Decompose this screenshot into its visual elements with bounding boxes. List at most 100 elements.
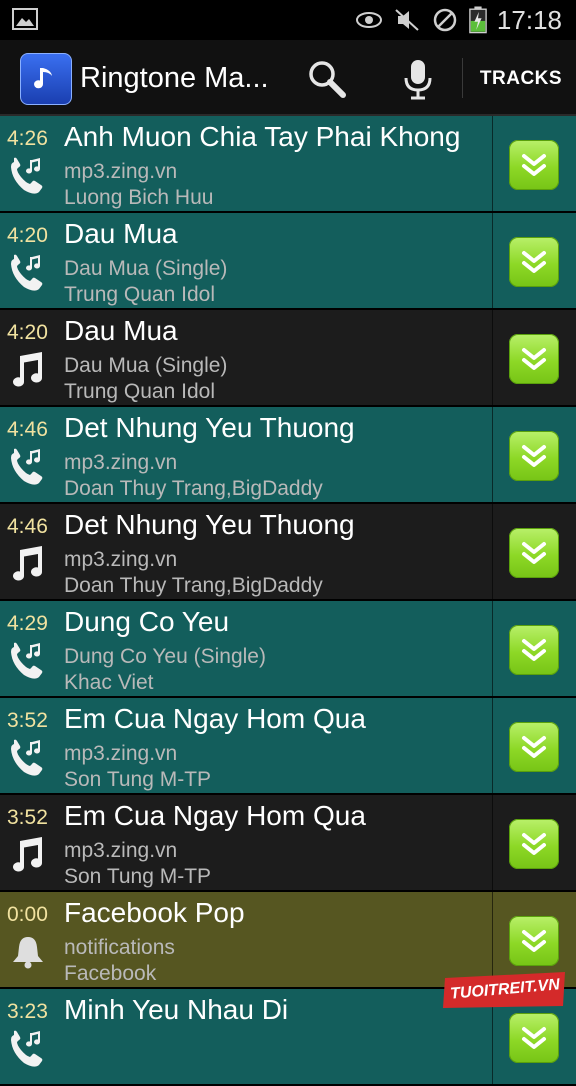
battery-charging-icon: [469, 6, 487, 34]
row-divider: [492, 698, 493, 793]
download-button[interactable]: [509, 625, 559, 675]
download-button[interactable]: [509, 1013, 559, 1063]
track-duration: 4:46: [7, 418, 48, 441]
chevron-double-down-icon: [522, 930, 546, 952]
chevron-double-down-icon: [522, 736, 546, 758]
tracks-button[interactable]: TRACKS: [476, 68, 566, 90]
row-divider: [492, 213, 493, 308]
track-title: Anh Muon Chia Tay Phai Khong: [64, 121, 461, 152]
track-album: mp3.zing.vn: [64, 160, 178, 183]
track-album: mp3.zing.vn: [64, 839, 178, 862]
download-button[interactable]: [509, 819, 559, 869]
action-bar-divider: [462, 58, 463, 98]
track-artist: Trung Quan Idol: [64, 380, 215, 403]
music-note-icon: [8, 835, 48, 875]
microphone-icon[interactable]: [402, 58, 434, 100]
track-title: Det Nhung Yeu Thuong: [64, 509, 355, 540]
track-title: Minh Yeu Nhau Di: [64, 994, 289, 1025]
track-row[interactable]: 4:46 Det Nhung Yeu Thuong mp3.zing.vn Doan …: [0, 504, 576, 601]
music-note-icon: [8, 544, 48, 584]
track-artist: Facebook: [64, 962, 157, 985]
no-signal-icon: [433, 8, 457, 32]
image-icon: [12, 8, 38, 30]
ringtone-icon: [8, 738, 48, 778]
chevron-double-down-icon: [522, 542, 546, 564]
ringtone-icon: [8, 641, 48, 681]
chevron-double-down-icon: [522, 1027, 546, 1049]
download-button[interactable]: [509, 528, 559, 578]
row-divider: [492, 310, 493, 405]
track-title: Facebook Pop: [64, 897, 245, 928]
track-duration: 3:23: [7, 1000, 48, 1023]
watermark: TUOITREIT.VN: [441, 970, 569, 1010]
download-button[interactable]: [509, 237, 559, 287]
chevron-double-down-icon: [522, 445, 546, 467]
track-duration: 4:46: [7, 515, 48, 538]
track-album: mp3.zing.vn: [64, 451, 178, 474]
chevron-double-down-icon: [522, 639, 546, 661]
track-album: notifications: [64, 936, 175, 959]
chevron-double-down-icon: [522, 154, 546, 176]
track-duration: 0:00: [7, 903, 48, 926]
track-title: Det Nhung Yeu Thuong: [64, 412, 355, 443]
track-artist: Doan Thuy Trang,BigDaddy: [64, 574, 323, 597]
track-title: Em Cua Ngay Hom Qua: [64, 703, 366, 734]
track-row[interactable]: 4:46 Det Nhung Yeu Thuong mp3.zing.vn Doan …: [0, 407, 576, 504]
chevron-double-down-icon: [522, 348, 546, 370]
row-divider: [492, 504, 493, 599]
track-row[interactable]: 4:29 Dung Co Yeu Dung Co Yeu (Single) Khac …: [0, 601, 576, 698]
track-list: 4:26 Anh Muon Chia Tay Phai Khong mp3.zing…: [0, 116, 576, 1086]
download-button[interactable]: [509, 916, 559, 966]
row-divider: [492, 601, 493, 696]
track-artist: Khac Viet: [64, 671, 154, 694]
track-duration: 3:52: [7, 806, 48, 829]
track-duration: 4:20: [7, 321, 48, 344]
track-album: Dau Mua (Single): [64, 257, 228, 280]
eye-icon: [355, 12, 382, 28]
track-artist: Trung Quan Idol: [64, 283, 215, 306]
track-album: mp3.zing.vn: [64, 548, 178, 571]
track-duration: 4:29: [7, 612, 48, 635]
download-button[interactable]: [509, 431, 559, 481]
ringtone-icon: [8, 156, 48, 196]
track-row[interactable]: 3:52 Em Cua Ngay Hom Qua mp3.zing.vn Son Tu…: [0, 698, 576, 795]
search-icon[interactable]: [306, 58, 348, 100]
track-row[interactable]: 4:26 Anh Muon Chia Tay Phai Khong mp3.zing…: [0, 116, 576, 213]
app-music-icon[interactable]: [20, 53, 72, 105]
track-row[interactable]: 4:20 Dau Mua Dau Mua (Single) Trung Quan Id…: [0, 310, 576, 407]
track-duration: 4:20: [7, 224, 48, 247]
track-row[interactable]: 3:52 Em Cua Ngay Hom Qua mp3.zing.vn Son Tu…: [0, 795, 576, 892]
download-button[interactable]: [509, 722, 559, 772]
track-title: Em Cua Ngay Hom Qua: [64, 800, 366, 831]
chevron-double-down-icon: [522, 833, 546, 855]
track-artist: Luong Bich Huu: [64, 186, 214, 209]
track-artist: Son Tung M-TP: [64, 768, 212, 791]
action-bar: Ringtone Ma... TRACKS: [0, 40, 576, 116]
track-title: Dung Co Yeu: [64, 606, 230, 637]
track-title: Dau Mua: [64, 315, 178, 346]
track-album: Dung Co Yeu (Single): [64, 645, 266, 668]
track-album: mp3.zing.vn: [64, 742, 178, 765]
track-duration: 4:26: [7, 127, 48, 150]
track-album: Dau Mua (Single): [64, 354, 228, 377]
row-divider: [492, 407, 493, 502]
track-duration: 3:52: [7, 709, 48, 732]
track-title: Dau Mua: [64, 218, 178, 249]
music-note-icon: [8, 350, 48, 390]
app-title: Ringtone Ma...: [80, 62, 269, 94]
download-button[interactable]: [509, 334, 559, 384]
chevron-double-down-icon: [522, 251, 546, 273]
status-bar: 17:18: [0, 0, 576, 40]
ringtone-icon: [8, 1029, 48, 1069]
download-button[interactable]: [509, 140, 559, 190]
ringtone-icon: [8, 447, 48, 487]
row-divider: [492, 795, 493, 890]
track-artist: Son Tung M-TP: [64, 865, 212, 888]
track-row[interactable]: 4:20 Dau Mua Dau Mua (Single) Trung Quan Id…: [0, 213, 576, 310]
notification-bell-icon: [8, 932, 48, 972]
mute-icon: [395, 9, 419, 31]
row-divider: [492, 116, 493, 211]
clock: 17:18: [496, 4, 562, 35]
ringtone-icon: [8, 253, 48, 293]
track-artist: Doan Thuy Trang,BigDaddy: [64, 477, 323, 500]
